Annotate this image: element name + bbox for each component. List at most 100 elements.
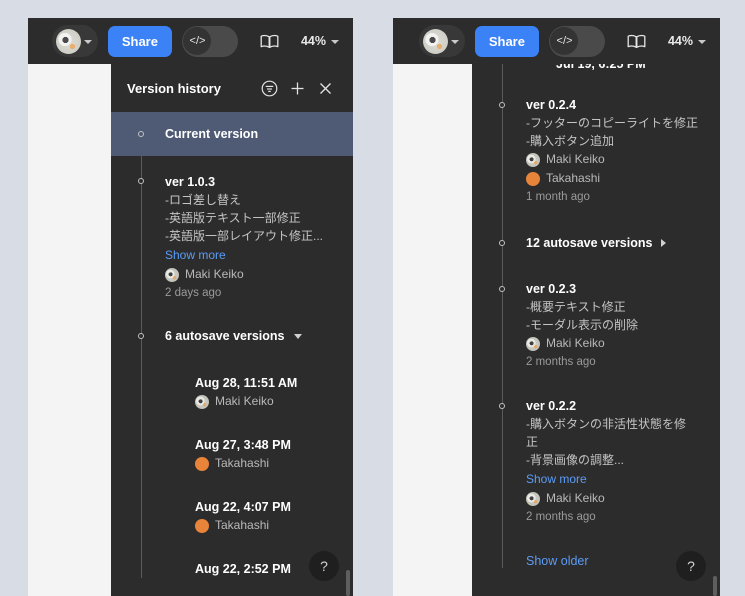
version-history-panel-right: Jul 19, 6:25 PM ver 0.2.4 -フッターのコピーライトを修… <box>472 64 720 596</box>
version-description-line: -モーダル表示の削除 <box>526 318 638 332</box>
version-list-right: Jul 19, 6:25 PM ver 0.2.4 -フッターのコピーライトを修… <box>472 64 720 568</box>
triangle-down-icon <box>293 333 302 339</box>
autosave-group-toggle[interactable]: 6 autosave versions <box>111 325 353 347</box>
code-brackets-icon: </> <box>550 27 579 55</box>
panel-title: Version history <box>127 80 221 96</box>
open-book-icon[interactable] <box>627 34 646 49</box>
autosave-item[interactable]: Aug 28, 11:51 AM Maki Keiko <box>111 374 353 411</box>
zoom-level-menu[interactable]: 44% <box>301 34 339 48</box>
version-history-header: Version history <box>111 64 353 112</box>
author-name: Takahashi <box>215 518 270 532</box>
autosave-group-toggle[interactable]: 12 autosave versions <box>472 233 720 253</box>
plus-icon[interactable] <box>283 74 311 102</box>
version-entry[interactable]: ver 0.2.2 -購入ボタンの非活性状態を修 正 -背景画像の調整... S… <box>472 398 720 527</box>
version-name: ver 0.2.2 <box>526 399 577 413</box>
timeline-dot <box>498 240 505 246</box>
avatar-photo-icon <box>526 152 540 167</box>
avatar-photo-icon <box>526 491 540 506</box>
timeline-dot <box>137 333 144 339</box>
version-description-line: -フッターのコピーライトを修正 <box>526 116 698 130</box>
user-avatar-photo-icon <box>422 28 448 54</box>
author-name: Maki Keiko <box>546 152 605 166</box>
figma-window-right: Share </> 44% Jul 19, 6:25 PM ver 0.2.4 … <box>393 18 720 596</box>
chevron-down-icon <box>450 40 459 44</box>
zoom-level-menu[interactable]: 44% <box>668 34 706 48</box>
author-name: Takahashi <box>546 171 601 185</box>
version-name: ver 0.2.3 <box>526 282 577 296</box>
version-description-line: 正 <box>526 435 539 449</box>
dev-mode-toggle[interactable]: </> <box>181 25 238 57</box>
timeline-dot <box>498 102 505 108</box>
autosave-item[interactable]: Aug 22, 4:07 PM Takahashi <box>111 498 353 535</box>
account-menu-button[interactable] <box>418 25 465 57</box>
version-timestamp: 2 months ago <box>526 511 596 523</box>
question-mark-icon: ? <box>687 558 695 574</box>
autosave-item-clipped[interactable]: Jul 19, 6:25 PM <box>472 64 720 73</box>
question-mark-icon: ? <box>320 558 328 574</box>
version-history-panel-left: Version history Current version ver 1.0.… <box>111 64 353 596</box>
version-timestamp: 1 month ago <box>526 191 590 203</box>
version-description-line: -英語版一部レイアウト修正... <box>165 229 323 243</box>
autosave-group-label: 6 autosave versions <box>165 329 285 343</box>
filter-sort-icon[interactable] <box>255 74 283 102</box>
version-name: ver 0.2.4 <box>526 98 577 112</box>
version-timestamp: 2 days ago <box>165 287 222 299</box>
version-author: Maki Keiko <box>526 334 708 353</box>
autosave-item[interactable]: Aug 27, 3:48 PM Takahashi <box>111 436 353 473</box>
version-author: Takahashi <box>526 169 708 188</box>
version-author: Maki Keiko <box>526 489 708 508</box>
autosave-date: Aug 28, 11:51 AM <box>195 376 298 390</box>
timeline-dot <box>498 403 505 409</box>
autosave-date: Jul 19, 6:25 PM <box>556 64 646 71</box>
version-name: ver 1.0.3 <box>165 175 216 189</box>
version-author: Maki Keiko <box>165 265 341 284</box>
version-description-line: -購入ボタン追加 <box>526 134 614 148</box>
timeline-dot <box>137 131 144 137</box>
autosave-author: Maki Keiko <box>195 392 341 411</box>
avatar-photo-icon <box>165 267 179 282</box>
current-version-label: Current version <box>165 127 259 141</box>
version-description-line: -ロゴ差し替え <box>165 193 241 207</box>
panel-scrollbar[interactable] <box>713 576 717 596</box>
author-name: Maki Keiko <box>546 491 605 505</box>
close-icon[interactable] <box>311 74 339 102</box>
version-description-line: -購入ボタンの非活性状態を修 <box>526 417 686 431</box>
author-name: Maki Keiko <box>185 267 244 281</box>
version-entry[interactable]: ver 0.2.4 -フッターのコピーライトを修正 -購入ボタン追加 Maki … <box>472 97 720 207</box>
help-button[interactable]: ? <box>309 551 339 581</box>
user-avatar-photo-icon <box>55 28 81 54</box>
toolbar-right: Share </> 44% <box>393 18 720 64</box>
autosave-author: Takahashi <box>195 454 341 473</box>
chevron-down-icon <box>331 40 339 44</box>
author-name: Maki Keiko <box>215 394 274 408</box>
timeline-dot <box>498 286 505 292</box>
account-menu-button[interactable] <box>51 25 98 57</box>
zoom-level-label: 44% <box>667 34 693 48</box>
panel-scrollbar[interactable] <box>346 570 350 596</box>
version-timestamp: 2 months ago <box>526 356 596 368</box>
version-list-left: Current version ver 1.0.3 -ロゴ差し替え -英語版テキ… <box>111 112 353 578</box>
help-button[interactable]: ? <box>676 551 706 581</box>
code-brackets-icon: </> <box>183 27 212 55</box>
avatar-color-icon <box>526 171 540 186</box>
avatar-color-icon <box>195 456 209 471</box>
share-button[interactable]: Share <box>107 25 172 57</box>
share-button[interactable]: Share <box>474 25 539 57</box>
autosave-date: Aug 27, 3:48 PM <box>195 438 291 452</box>
zoom-level-label: 44% <box>300 34 326 48</box>
open-book-icon[interactable] <box>260 34 279 49</box>
dev-mode-toggle[interactable]: </> <box>548 25 605 57</box>
version-entry-current[interactable]: Current version <box>111 112 353 156</box>
avatar-photo-icon <box>526 336 540 351</box>
autosave-author: Takahashi <box>195 516 341 535</box>
version-entry[interactable]: ver 0.2.3 -概要テキスト修正 -モーダル表示の削除 Maki Keik… <box>472 281 720 372</box>
version-author: Maki Keiko <box>526 150 708 169</box>
version-entry[interactable]: ver 1.0.3 -ロゴ差し替え -英語版テキスト一部修正 -英語版一部レイア… <box>111 156 353 303</box>
avatar-color-icon <box>195 518 209 533</box>
version-description-line: -概要テキスト修正 <box>526 300 626 314</box>
autosave-group-label: 12 autosave versions <box>526 236 653 250</box>
timeline-dot <box>137 178 144 184</box>
show-more-link[interactable]: Show more <box>165 245 341 265</box>
show-more-link[interactable]: Show more <box>526 469 708 489</box>
version-description-line: -背景画像の調整... <box>526 453 624 467</box>
